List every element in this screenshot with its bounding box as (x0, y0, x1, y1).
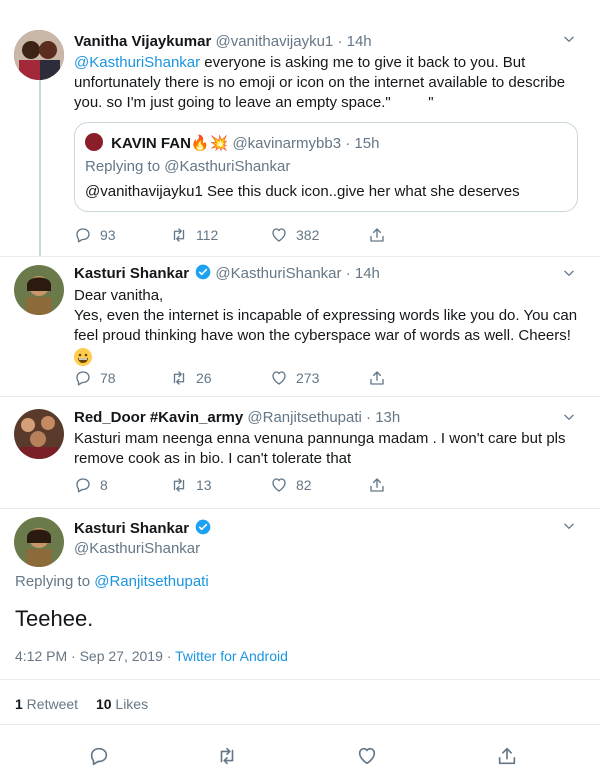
timestamp[interactable]: 4:12 PM · Sep 27, 2019 · (15, 648, 175, 664)
share-icon (368, 226, 386, 244)
author-name[interactable]: Vanitha Vijaykumar (74, 33, 211, 50)
replying-to-handle: @KasthuriShankar (164, 158, 291, 175)
share-icon (368, 369, 386, 387)
tweet-text: everyone is asking me to give it back to… (200, 54, 526, 71)
share-icon (496, 745, 518, 767)
chevron-down-icon[interactable] (562, 266, 576, 280)
like-count: 82 (296, 477, 312, 493)
tweet-text: Dear vanitha, (74, 287, 164, 304)
like-button[interactable]: 382 (270, 226, 319, 244)
avatar[interactable] (14, 409, 64, 459)
reply-button[interactable]: 78 (74, 369, 116, 387)
retweet-count: 13 (196, 477, 212, 493)
reply-button[interactable] (88, 745, 110, 767)
reply-icon (74, 226, 92, 244)
share-icon (368, 476, 386, 494)
retweet-button[interactable]: 26 (170, 369, 212, 387)
author-handle[interactable]: @KasthuriShankar (215, 265, 341, 282)
tweet-time[interactable]: 14h (355, 265, 380, 282)
retweet-button[interactable] (216, 745, 238, 767)
share-button[interactable] (368, 369, 386, 387)
tweet-text: feel proud thinking have won the cybersp… (74, 327, 571, 344)
tweet-text: Yes, even the internet is incapable of e… (74, 307, 578, 324)
like-button[interactable] (356, 745, 378, 767)
reply-icon (74, 369, 92, 387)
reply-count: 8 (100, 477, 108, 493)
like-count: 382 (296, 227, 320, 243)
replying-label: Replying to (15, 573, 95, 590)
retweet-icon (170, 226, 188, 244)
tweet-time[interactable]: 14h (347, 33, 372, 50)
divider (0, 679, 600, 680)
tweet-text: remove cook as in bio. I can't tolerate … (74, 450, 352, 467)
reply-button[interactable]: 8 (74, 476, 108, 494)
reply-count: 93 (100, 227, 116, 243)
author-handle[interactable]: @vanithavijayku1 (215, 33, 333, 50)
author-handle[interactable]: @Ranjitsethupati (247, 409, 361, 426)
quote-text: @vanithavijayku1 See this duck icon..giv… (85, 183, 520, 200)
retweet-icon (216, 745, 238, 767)
retweet-icon (170, 369, 188, 387)
retweet-button[interactable]: 112 (170, 226, 218, 244)
replying-to-link[interactable]: @Ranjitsethupati (94, 573, 208, 590)
source-link[interactable]: Twitter for Android (175, 648, 288, 664)
like-button[interactable]: 82 (270, 476, 312, 494)
chevron-down-icon[interactable] (562, 519, 576, 533)
quoted-tweet[interactable]: KAVIN FAN🔥💥 @kavinarmybb3 · 15h Replying… (74, 122, 578, 212)
verified-badge-icon (195, 264, 211, 280)
chevron-down-icon[interactable] (562, 32, 576, 46)
reply-count: 78 (100, 370, 116, 386)
heart-icon (270, 226, 288, 244)
avatar[interactable] (14, 265, 64, 315)
quote-author-name: KAVIN FAN (111, 135, 191, 152)
retweet-button[interactable]: 13 (170, 476, 212, 494)
divider (0, 724, 600, 725)
share-button[interactable] (496, 745, 518, 767)
quote-time: 15h (354, 135, 380, 152)
quote-handle: @kavinarmybb3 (232, 135, 342, 152)
tweet-text: unfortunately there is no emoji or icon … (74, 74, 566, 91)
tweet-kasturi-reply[interactable]: Kasturi Shankar @KasthuriShankar · 14h D… (0, 257, 600, 396)
like-count: 273 (296, 370, 320, 386)
main-tweet-text: Teehee. (15, 606, 94, 631)
reply-icon (74, 476, 92, 494)
reply-icon (88, 745, 110, 767)
tweet-vanitha[interactable]: Vanitha Vijaykumar @vanithavijayku1 · 14… (0, 0, 600, 256)
author-name[interactable]: Kasturi Shankar (74, 520, 189, 537)
tweet-text: you. so I'm just going to leave an empty… (74, 94, 434, 111)
replying-label: Replying to (85, 158, 165, 175)
tweet-red-door[interactable]: Red_Door #Kavin_army @Ranjitsethupati · … (0, 397, 600, 508)
tweet-time[interactable]: 13h (375, 409, 400, 426)
heart-icon (270, 476, 288, 494)
avatar[interactable] (14, 30, 64, 80)
heart-icon (270, 369, 288, 387)
author-name[interactable]: Kasturi Shankar (74, 265, 189, 282)
reply-button[interactable]: 93 (74, 226, 116, 244)
retweets-stat[interactable]: 1 Retweet (15, 696, 78, 712)
quote-avatar (85, 133, 103, 151)
retweet-count: 26 (196, 370, 212, 386)
mention-link[interactable]: @KasthuriShankar (74, 54, 200, 71)
main-tweet: Kasturi Shankar @KasthuriShankar Replyin… (0, 509, 600, 776)
retweet-count: 112 (196, 227, 219, 243)
like-button[interactable]: 273 (270, 369, 319, 387)
author-name[interactable]: Red_Door #Kavin_army (74, 409, 243, 426)
avatar[interactable] (14, 517, 64, 567)
share-button[interactable] (368, 476, 386, 494)
grinning-face-emoji-icon (74, 348, 92, 366)
likes-stat[interactable]: 10 Likes (96, 696, 148, 712)
retweet-icon (170, 476, 188, 494)
quote-emoji: 🔥💥 (190, 135, 229, 152)
verified-badge-icon (195, 519, 211, 535)
tweet-text: Kasturi mam neenga enna venuna pannunga … (74, 430, 566, 447)
chevron-down-icon[interactable] (562, 410, 576, 424)
author-handle[interactable]: @KasthuriShankar (74, 539, 211, 559)
heart-icon (356, 745, 378, 767)
share-button[interactable] (368, 226, 386, 244)
